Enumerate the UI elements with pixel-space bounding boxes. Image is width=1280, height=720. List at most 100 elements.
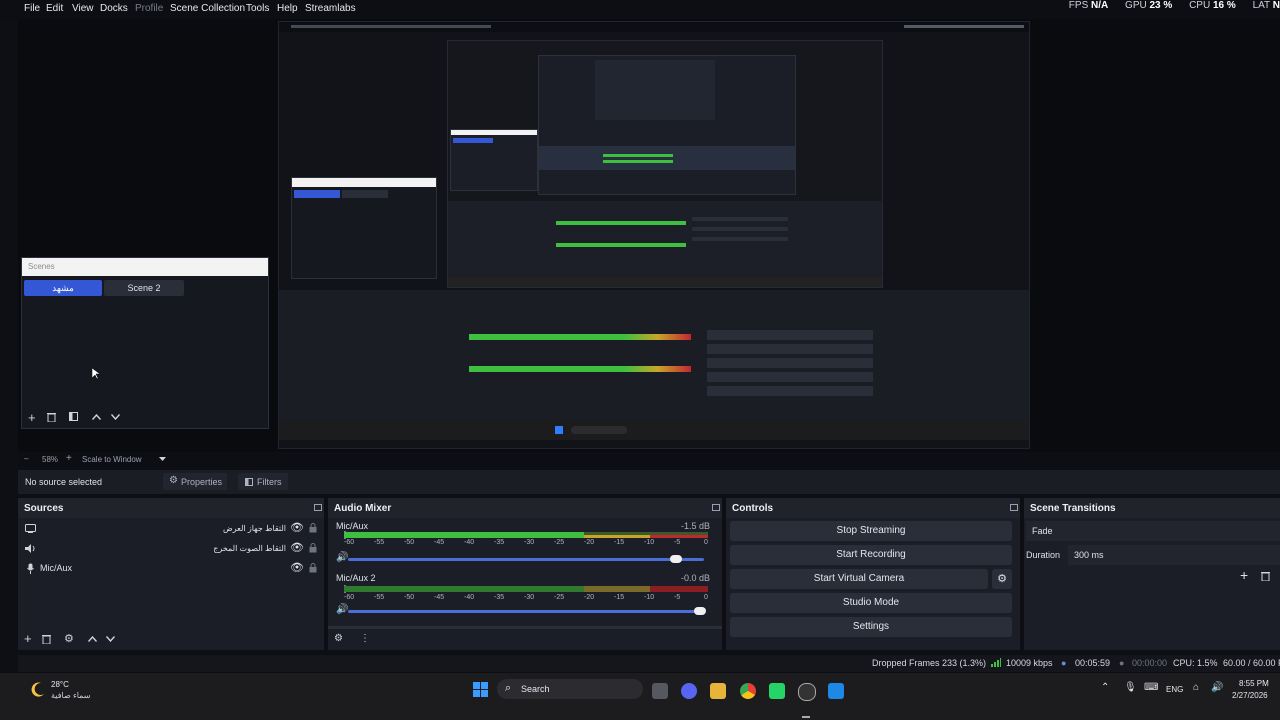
volume-meter	[344, 586, 708, 592]
menu-scene-collection[interactable]: Scene Collection	[170, 3, 245, 14]
mixer-settings-icon[interactable]: ⚙	[334, 633, 343, 644]
clock-date[interactable]: 2/27/2026	[1232, 691, 1268, 700]
lock-icon[interactable]	[309, 543, 317, 553]
clock-time[interactable]: 8:55 PM	[1239, 679, 1269, 688]
properties-button[interactable]: ⚙ Properties	[163, 473, 227, 490]
weather-desc: سماء صافية	[51, 691, 91, 700]
move-down-icon[interactable]	[111, 414, 120, 420]
menu-help[interactable]: Help	[277, 3, 298, 14]
meter-tick-label: -60	[344, 594, 355, 601]
volume-slider[interactable]	[348, 555, 704, 563]
channel-name: Mic/Aux 2	[336, 573, 376, 583]
obs-icon[interactable]	[798, 683, 816, 701]
menu-file[interactable]: File	[24, 3, 40, 14]
preview-toolbar: – 58% + Scale to Window	[18, 452, 1280, 467]
eye-icon[interactable]: 👁	[290, 561, 304, 574]
channel-db: -1.5 dB	[680, 521, 710, 531]
nested-preview-deep	[447, 40, 883, 288]
zoom-in-icon[interactable]: +	[66, 453, 72, 464]
move-up-icon[interactable]	[92, 414, 101, 420]
scale-mode[interactable]: Scale to Window	[82, 455, 142, 464]
file-explorer-icon[interactable]	[710, 683, 726, 699]
settings-button[interactable]: Settings	[730, 617, 1012, 637]
tray-chevron-icon[interactable]: ⌃	[1101, 682, 1109, 693]
lock-icon[interactable]	[309, 563, 317, 573]
speaker-icon	[25, 544, 35, 553]
eye-icon[interactable]: 👁	[290, 521, 304, 534]
speaker-icon[interactable]: 🔊	[336, 604, 348, 615]
task-view-icon[interactable]	[652, 683, 668, 699]
add-transition-icon[interactable]: +	[1240, 567, 1248, 583]
volume-meter	[344, 532, 708, 538]
lat-stat: LAT N	[1252, 0, 1280, 11]
source-label: التقاط جهاز العرض	[223, 524, 286, 533]
move-down-icon[interactable]	[106, 636, 115, 642]
volume-slider-handle[interactable]	[694, 607, 707, 615]
fps-stat: FPS N/A	[1068, 0, 1109, 11]
windows-start-icon[interactable]	[473, 682, 488, 697]
volume-slider[interactable]	[348, 607, 707, 615]
mouse-cursor-icon	[92, 368, 100, 380]
eye-icon[interactable]: 👁	[290, 541, 304, 554]
discord-icon[interactable]	[681, 683, 697, 699]
kebab-menu-icon[interactable]: ⋮	[360, 633, 370, 644]
scene-item-2[interactable]: Scene 2	[104, 280, 184, 296]
menu-tools[interactable]: Tools	[246, 3, 269, 14]
move-up-icon[interactable]	[88, 636, 97, 642]
lock-icon[interactable]	[309, 523, 317, 533]
trash-icon[interactable]	[42, 634, 51, 644]
zoom-out-icon[interactable]: –	[24, 454, 28, 463]
dock-menu-icon[interactable]	[1010, 504, 1018, 511]
tray-keyboard-icon[interactable]: ⌨	[1144, 682, 1158, 693]
scene-transitions-dock: Scene Transitions Fade Duration 300 ms +	[1024, 498, 1280, 650]
studio-mode-button[interactable]: Studio Mode	[730, 593, 1012, 613]
menu-docks[interactable]: Docks	[100, 3, 128, 14]
taskbar-search[interactable]: ⌕ Search	[497, 679, 643, 699]
whatsapp-icon[interactable]	[769, 683, 785, 699]
menu-view[interactable]: View	[72, 3, 94, 14]
nested-taskbar	[279, 420, 1029, 440]
meter-ticks: -60 -55 -50 -45 -40 -35 -30 -25 -20 -15 -10 -5 0	[344, 594, 708, 603]
menu-streamlabs[interactable]: Streamlabs	[305, 3, 356, 14]
meter-tick-label: -30	[524, 594, 535, 601]
sources-dock: Sources التقاط جهاز العرض 👁 التقاط الصوت…	[18, 498, 324, 650]
duration-value: 300 ms	[1074, 550, 1104, 560]
add-scene-icon[interactable]: +	[28, 410, 36, 425]
gpu-stat: GPU 23 %	[1125, 0, 1173, 11]
trash-icon[interactable]	[1261, 571, 1270, 581]
app-icon[interactable]	[828, 683, 844, 699]
stop-streaming-button[interactable]: Stop Streaming	[730, 521, 1012, 541]
start-virtual-camera-button[interactable]: Start Virtual Camera	[730, 569, 988, 589]
filter-icon[interactable]	[69, 412, 78, 421]
language-indicator[interactable]: ENG	[1166, 685, 1183, 694]
filters-button[interactable]: Filters	[238, 473, 288, 490]
source-row[interactable]: Mic/Aux 👁	[18, 560, 324, 578]
nested-scenes	[450, 129, 538, 191]
duration-input[interactable]: 300 ms	[1068, 545, 1280, 565]
network-icon[interactable]: ⌂	[1193, 682, 1199, 693]
chevron-down-icon[interactable]	[159, 457, 166, 461]
dock-menu-icon[interactable]	[712, 504, 720, 511]
source-row[interactable]: التقاط الصوت المخرج 👁	[18, 540, 324, 558]
gear-icon[interactable]: ⚙	[64, 632, 74, 645]
filter-icon	[245, 478, 253, 486]
meter-tick-label: -15	[614, 594, 625, 601]
dock-menu-icon[interactable]	[314, 504, 322, 511]
transition-select[interactable]: Fade	[1026, 521, 1280, 541]
volume-slider-handle[interactable]	[669, 555, 682, 563]
tray-mic-icon[interactable]: 🎙	[1124, 682, 1137, 693]
trash-icon[interactable]	[47, 412, 56, 422]
menu-edit[interactable]: Edit	[46, 3, 63, 14]
volume-icon[interactable]: 🔊	[1211, 682, 1223, 693]
nested-stats-text	[904, 25, 1024, 28]
speaker-icon[interactable]: 🔊	[336, 552, 348, 563]
menu-profile[interactable]: Profile	[135, 3, 163, 14]
virtual-camera-settings-icon[interactable]: ⚙	[992, 569, 1012, 589]
start-recording-button[interactable]: Start Recording	[730, 545, 1012, 565]
add-source-icon[interactable]: +	[24, 631, 32, 646]
record-time: 00:00:00	[1132, 658, 1168, 668]
source-row[interactable]: التقاط جهاز العرض 👁	[18, 520, 324, 538]
scene-item-active[interactable]: مشهد	[24, 280, 102, 296]
meter-tick-label: -40	[464, 594, 475, 601]
chrome-icon[interactable]	[740, 683, 756, 699]
